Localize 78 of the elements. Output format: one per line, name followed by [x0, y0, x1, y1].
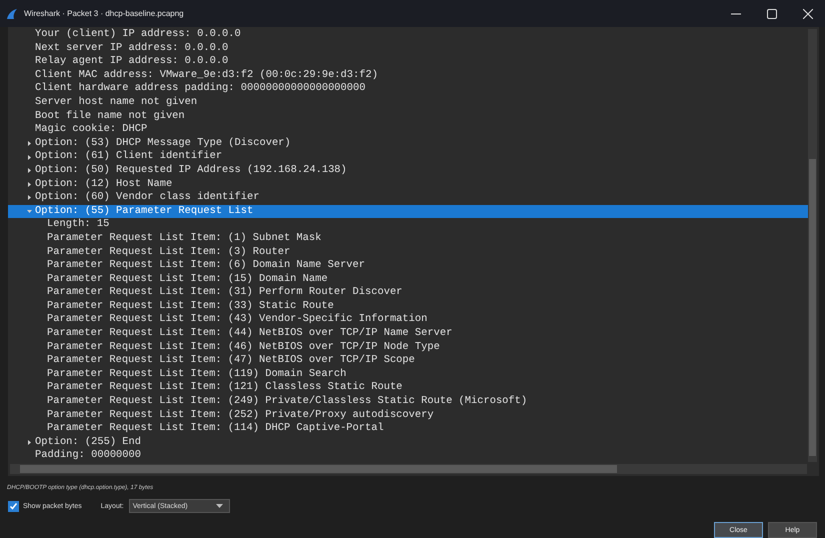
tree-item-text: Parameter Request List Item: (15) Domain Name	[47, 272, 328, 286]
tree-item-text: Option: (255) End	[35, 436, 142, 450]
tree-row-background[interactable]: Option: (60) Vendor class identifier	[8, 191, 808, 205]
tree-item-text: Parameter Request List Item: (1) Subnet Mask	[47, 232, 322, 246]
tree-row-background[interactable]: Parameter Request List Item: (43) Vendor-Specific Information	[8, 313, 808, 328]
tree-item-text: Parameter Request List Item: (114) DHCP Captive-Portal	[47, 422, 384, 436]
tree-row-background[interactable]: Parameter Request List Item: (121) Classless Static Route	[8, 381, 808, 396]
tree-row-background[interactable]: Parameter Request List Item: (31) Perform Router Discover	[8, 286, 808, 300]
tree-item-text: Padding: 00000000	[35, 449, 142, 463]
tree-row-background[interactable]: Option: (53) DHCP Message Type (Discover)	[8, 136, 808, 150]
tree-item-text: Parameter Request List Item: (46) NetBIOS over TCP/IP Node Type	[47, 340, 440, 354]
tree-item-text: Parameter Request List Item: (31) Perform Router Discover	[47, 286, 402, 300]
tree-row-background[interactable]: Option: (61) Client identifier	[8, 150, 808, 164]
expand-arrow-icon[interactable]	[27, 440, 32, 446]
tree-item-text: Client hardware address padding: 00000000000000000000	[35, 82, 366, 96]
tree-item-text: Option: (50) Requested IP Address (192.168.24.138)	[35, 164, 347, 178]
horizontal-scrollbar[interactable]	[10, 464, 807, 474]
tree-row-background[interactable]: Server host name not given	[8, 96, 808, 110]
tree-item-text: Parameter Request List Item: (33) Static Route	[47, 300, 334, 314]
tree-item-text: Option: (53) DHCP Message Type (Discover)	[35, 136, 291, 150]
vertical-scrollbar[interactable]	[808, 29, 817, 462]
maximize-icon[interactable]	[767, 8, 777, 18]
tree-item-text: Boot file name not given	[35, 110, 185, 124]
tree-item-text: Length: 15	[47, 218, 110, 232]
tree-row-background[interactable]: Parameter Request List Item: (1) Subnet Mask	[8, 232, 808, 246]
close-icon[interactable]	[803, 8, 813, 18]
tree-row-background[interactable]: Parameter Request List Item: (252) Private/Proxy autodiscovery	[8, 408, 808, 422]
expand-arrow-icon[interactable]	[27, 154, 32, 160]
window-title: Wireshark · Packet 3 · dhcp-baseline.pcapng	[24, 9, 184, 18]
tree-item-text: Parameter Request List Item: (47) NetBIOS over TCP/IP Scope	[47, 354, 415, 368]
tree-row-background[interactable]: Option: (255) End	[8, 436, 808, 450]
tree-item-text: Client MAC address: VMware_9e:d3:f2 (00:0c:29:9e:d3:f2)	[35, 68, 378, 82]
tree-item-text: Parameter Request List Item: (6) Domain Name Server	[47, 259, 366, 273]
tree-item-text: Parameter Request List Item: (252) Private/Proxy autodiscovery	[47, 408, 434, 422]
tree-row-background[interactable]: Length: 15	[8, 218, 808, 232]
tree-item-text: Parameter Request List Item: (249) Private/Classless Static Route (Microsoft)	[47, 395, 528, 409]
fin-icon	[6, 8, 18, 20]
tree-item-text: Magic cookie: DHCP	[35, 123, 148, 137]
tree-row-background[interactable]: Parameter Request List Item: (114) DHCP Captive-Portal	[8, 422, 808, 436]
checkbox[interactable]	[8, 500, 19, 512]
tree-item-text: Parameter Request List Item: (3) Router	[47, 246, 290, 260]
tree-row-background[interactable]: Parameter Request List Item: (33) Static Route	[8, 300, 808, 314]
selected-tree-row[interactable]: Option: (55) Parameter Request List	[8, 204, 808, 218]
expand-arrow-icon[interactable]	[27, 168, 32, 174]
tree-item-text: Option: (55) Parameter Request List	[35, 204, 254, 218]
tree-row-background[interactable]: Magic cookie: DHCP	[8, 123, 808, 137]
tree-item-text: Option: (61) Client identifier	[35, 150, 222, 164]
tree-row-background[interactable]: Parameter Request List Item: (47) NetBIOS over TCP/IP Scope	[8, 354, 808, 368]
tree-item-text: Your (client) IP address: 0.0.0.0	[35, 28, 241, 42]
caret-icon	[216, 504, 223, 508]
tree-item-text: Parameter Request List Item: (44) NetBIOS over TCP/IP Name Server	[47, 327, 452, 341]
tree-row-background[interactable]: Parameter Request List Item: (15) Domain Name	[8, 272, 808, 286]
tree-item-text: Parameter Request List Item: (43) Vendor-Specific Information	[47, 313, 428, 328]
tree-item-text: Parameter Request List Item: (121) Classless Static Route	[47, 381, 402, 396]
tree-row-background[interactable]: Client hardware address padding: 00000000000000000000	[8, 82, 808, 96]
tree-row-background[interactable]: Option: (12) Host Name	[8, 178, 808, 192]
tree-row-background[interactable]: Parameter Request List Item: (46) NetBIOS over TCP/IP Node Type	[8, 340, 808, 354]
tree-row-background[interactable]: Boot file name not given	[8, 110, 808, 124]
tree-row-background[interactable]: Next server IP address: 0.0.0.0	[8, 42, 808, 56]
tree-item-text: Next server IP address: 0.0.0.0	[35, 42, 228, 56]
expand-arrow-icon[interactable]	[27, 141, 32, 146]
tree-row-background[interactable]: Parameter Request List Item: (6) Domain Name Server	[8, 259, 808, 273]
tree-row-background[interactable]: Parameter Request List Item: (3) Router	[8, 246, 808, 260]
tree-row-background[interactable]: Parameter Request List Item: (44) NetBIOS over TCP/IP Name Server	[8, 327, 808, 341]
expand-arrow-icon[interactable]	[27, 182, 32, 187]
tree-row-background[interactable]: Your (client) IP address: 0.0.0.0	[8, 28, 808, 42]
tree-item-text: Option: (12) Host Name	[35, 178, 172, 192]
tree-row-background[interactable]: Padding: 00000000	[8, 449, 808, 463]
tree-row-background[interactable]: Option: (50) Requested IP Address (192.168.24.138)	[8, 164, 808, 178]
tree-row-background[interactable]: Parameter Request List Item: (119) Domain Search	[8, 368, 808, 382]
tree-item-text: Relay agent IP address: 0.0.0.0	[35, 55, 228, 69]
tree-row-background[interactable]: Relay agent IP address: 0.0.0.0	[8, 55, 808, 69]
tree-item-text: Option: (60) Vendor class identifier	[35, 191, 260, 205]
tree-item-text: Parameter Request List Item: (119) Domain Search	[47, 368, 346, 382]
tree-row-background[interactable]: Client MAC address: VMware_9e:d3:f2 (00:0c:29:9e:d3:f2)	[8, 68, 808, 82]
expand-arrow-icon[interactable]	[27, 195, 32, 200]
tree-row-background[interactable]: Parameter Request List Item: (249) Private/Classless Static Route (Microsoft)	[8, 395, 808, 409]
tree-item-text: Server host name not given	[35, 96, 198, 110]
